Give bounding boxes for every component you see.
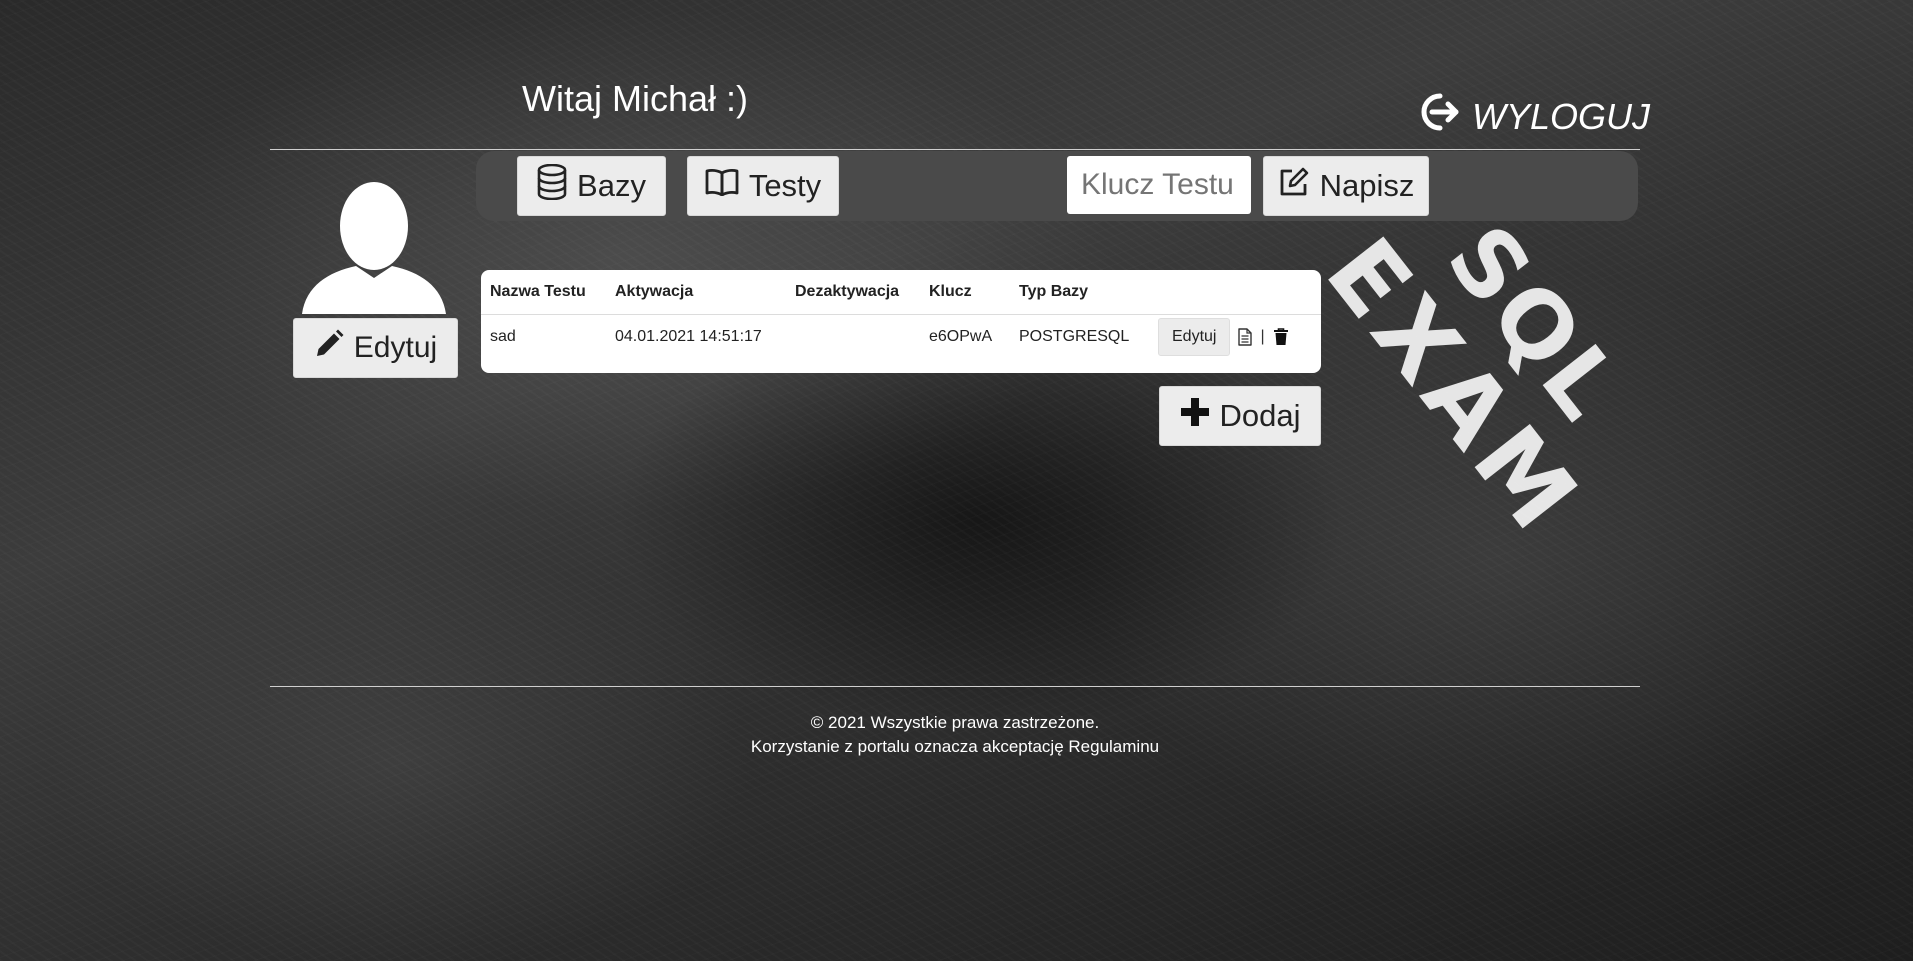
database-icon	[537, 163, 567, 208]
pencil-icon	[314, 329, 344, 367]
plus-icon	[1180, 397, 1210, 435]
key-cell: e6OPwA	[929, 328, 993, 345]
edit-profile-label: Edytuj	[353, 331, 438, 364]
bazy-button[interactable]: Bazy	[517, 156, 666, 216]
deactivation-cell	[786, 315, 920, 360]
actions-separator: |	[1260, 328, 1265, 345]
edit-profile-button[interactable]: Edytuj	[293, 318, 458, 378]
column-header: Typ Bazy	[1010, 270, 1149, 315]
db-type-cell: POSTGRESQL	[1019, 328, 1130, 345]
footer: © 2021 Wszystkie prawa zastrzeżone. Korz…	[270, 711, 1640, 759]
test-name-cell: sad	[490, 328, 516, 345]
actions-cell: Edytuj |	[1149, 315, 1321, 360]
column-header: Klucz	[920, 270, 1010, 315]
test-key-input[interactable]	[1067, 156, 1251, 214]
napisz-label: Napisz	[1319, 168, 1415, 203]
header-divider	[270, 149, 1640, 150]
activation-cell: 04.01.2021 14:51:17	[615, 328, 762, 345]
logout-label: WYLOGUJ	[1472, 95, 1651, 137]
terms-text: Korzystanie z portalu oznacza akceptację…	[750, 737, 1160, 756]
tests-table: Nazwa Testu Aktywacja Dezaktywacja Klucz…	[481, 270, 1321, 359]
trash-icon[interactable]	[1273, 328, 1289, 346]
column-header: Dezaktywacja	[786, 270, 920, 315]
book-open-icon	[705, 168, 739, 204]
logout-link[interactable]: WYLOGUJ	[1418, 92, 1650, 141]
bazy-label: Bazy	[577, 168, 646, 203]
footer-divider	[270, 686, 1640, 687]
welcome-text: Witaj Michał :)	[522, 78, 749, 119]
testy-button[interactable]: Testy	[687, 156, 839, 216]
column-header: Aktywacja	[606, 270, 786, 315]
column-header: Nazwa Testu	[481, 270, 606, 315]
file-text-icon[interactable]	[1238, 328, 1253, 346]
row-actions: Edytuj |	[1158, 318, 1321, 356]
edit-square-icon	[1278, 166, 1310, 206]
testy-label: Testy	[748, 168, 822, 203]
tests-table-card: Nazwa Testu Aktywacja Dezaktywacja Klucz…	[481, 270, 1321, 373]
table-header-row: Nazwa Testu Aktywacja Dezaktywacja Klucz…	[481, 270, 1321, 315]
add-test-button[interactable]: Dodaj	[1159, 386, 1321, 446]
table-row: sad 04.01.2021 14:51:17 e6OPwA POSTGRESQ…	[481, 315, 1321, 360]
add-label: Dodaj	[1219, 398, 1301, 433]
napisz-button[interactable]: Napisz	[1263, 156, 1429, 216]
copyright-text: © 2021 Wszystkie prawa zastrzeżone.	[810, 713, 1100, 732]
user-avatar	[298, 176, 450, 316]
sign-out-icon	[1418, 92, 1462, 141]
row-edit-button[interactable]: Edytuj	[1158, 318, 1231, 356]
chalkboard-texture	[0, 0, 1913, 961]
actions-column-header	[1149, 270, 1321, 315]
